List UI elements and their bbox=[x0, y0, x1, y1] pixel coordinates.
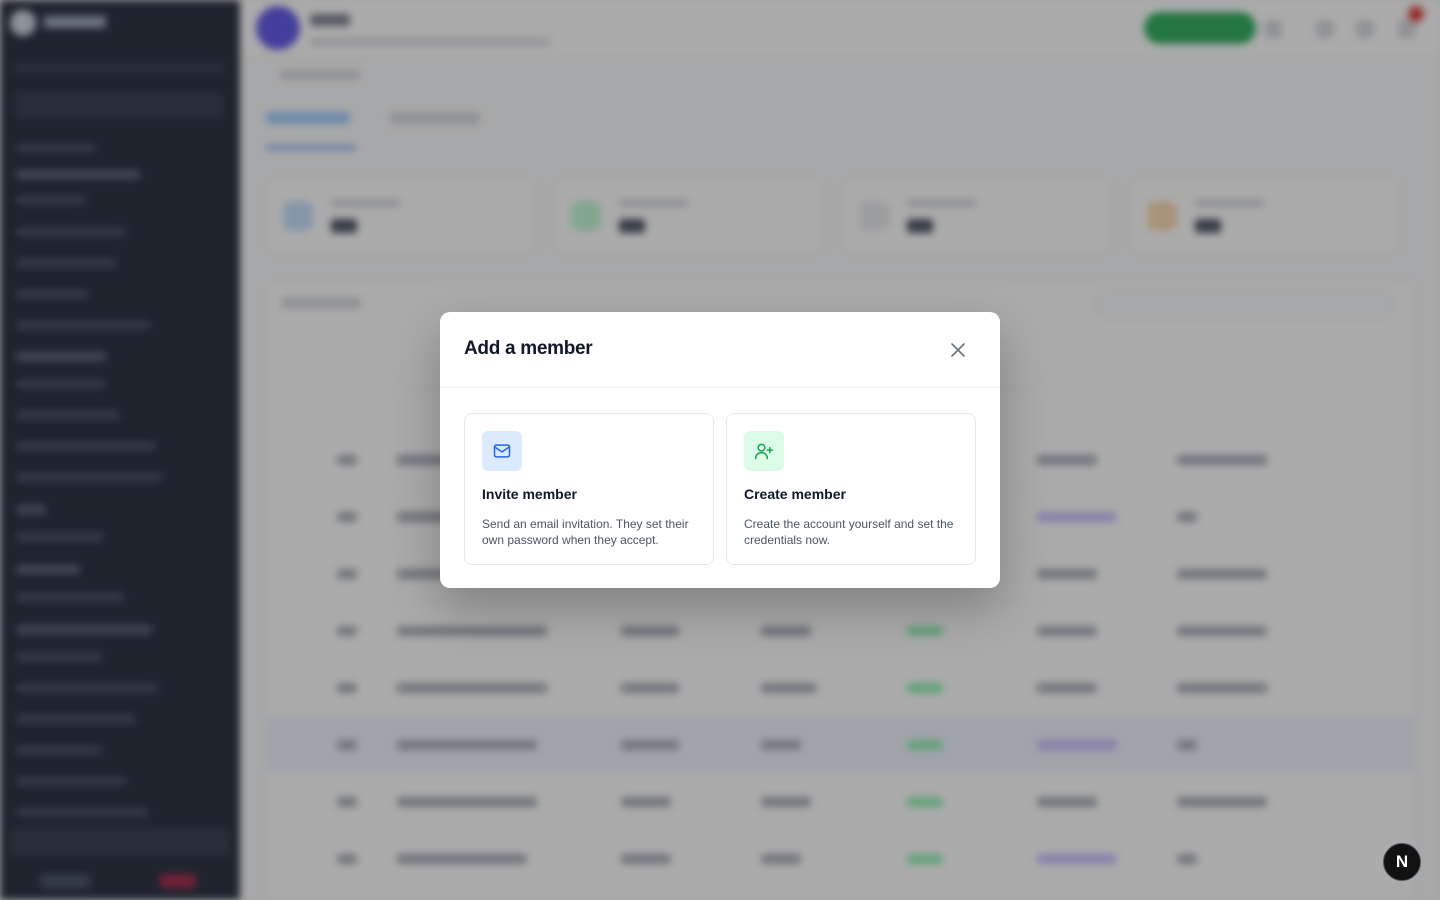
mail-icon bbox=[493, 444, 511, 458]
modal-header: Add a member bbox=[440, 312, 1000, 388]
invite-member-description: Send an email invitation. They set their… bbox=[482, 517, 689, 547]
user-plus-icon bbox=[754, 443, 774, 460]
create-member-description: Create the account yourself and set the … bbox=[744, 517, 954, 547]
invite-member-option[interactable]: Invite member Send an email invitation. … bbox=[464, 413, 714, 565]
floating-badge[interactable]: N bbox=[1383, 843, 1421, 881]
close-icon bbox=[951, 343, 965, 357]
create-member-option[interactable]: Create member Create the account yoursel… bbox=[726, 413, 976, 565]
create-member-title: Create member bbox=[744, 486, 846, 502]
invite-icon-tile bbox=[482, 431, 522, 471]
close-button[interactable] bbox=[944, 336, 972, 364]
add-member-modal: Add a member Invite member Send an email… bbox=[440, 312, 1000, 588]
create-icon-tile bbox=[744, 431, 784, 471]
invite-member-title: Invite member bbox=[482, 486, 577, 502]
modal-title: Add a member bbox=[464, 338, 593, 359]
